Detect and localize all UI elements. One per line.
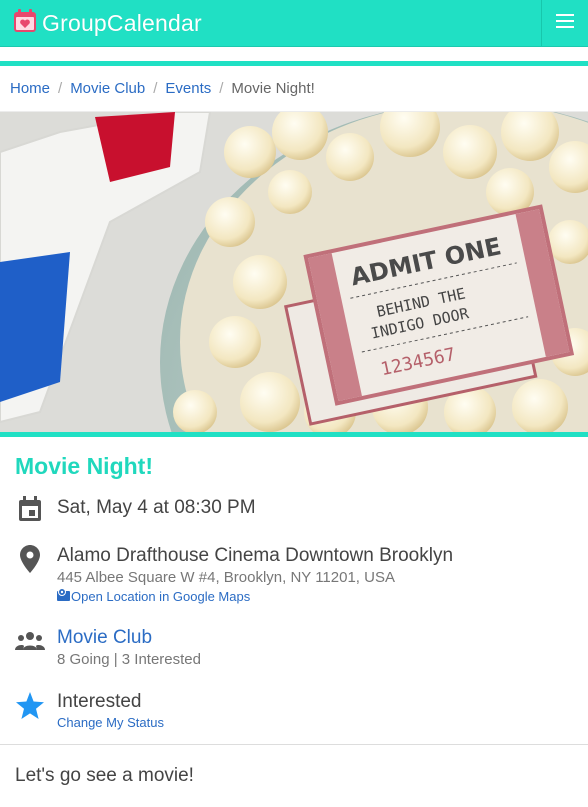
event-venue: Alamo Drafthouse Cinema Downtown Brookly…	[57, 545, 454, 566]
event-description: Let's go see a movie!	[15, 765, 194, 786]
star-icon	[15, 690, 45, 720]
breadcrumb-group[interactable]: Movie Club	[70, 80, 145, 97]
map-pin-icon	[15, 544, 45, 574]
breadcrumb: Home / Movie Club / Events / Movie Night…	[0, 66, 588, 112]
breadcrumb-home[interactable]: Home	[10, 80, 50, 97]
breadcrumb-events[interactable]: Events	[165, 80, 211, 97]
breadcrumb-separator: /	[58, 80, 63, 97]
people-icon	[15, 626, 45, 656]
calendar-icon	[15, 494, 45, 524]
open-google-maps-link[interactable]: Open Location in Google Maps	[57, 588, 453, 606]
map-marker-small-icon	[57, 588, 71, 606]
app-title: GroupCalendar	[42, 9, 202, 36]
breadcrumb-separator: /	[219, 80, 224, 97]
change-status-link[interactable]: Change My Status	[57, 714, 164, 732]
event-group-row: Movie Club 8 Going | 3 Interested	[15, 626, 573, 670]
breadcrumb-current: Movie Night!	[231, 80, 315, 97]
event-hero-image: 1234 ADMIT ONE BEHIND THE INDIGO DOOR 12…	[0, 112, 588, 437]
brand[interactable]: GroupCalendar	[12, 8, 202, 39]
navbar-accent-strip	[0, 47, 588, 66]
event-attendance: 8 Going | 3 Interested	[57, 651, 201, 668]
event-address: 445 Albee Square W #4, Brooklyn, NY 1120…	[57, 569, 395, 586]
rsvp-status: Interested	[57, 691, 142, 712]
event-date-row: Sat, May 4 at 08:30 PM	[15, 494, 573, 524]
menu-button[interactable]	[541, 0, 588, 46]
event-datetime: Sat, May 4 at 08:30 PM	[57, 497, 256, 518]
open-google-maps-label: Open Location in Google Maps	[71, 589, 251, 604]
event-title: Movie Night!	[15, 453, 153, 479]
event-location-row: Alamo Drafthouse Cinema Downtown Brookly…	[15, 544, 573, 606]
top-navbar: GroupCalendar	[0, 0, 588, 47]
breadcrumb-separator: /	[153, 80, 158, 97]
calendar-heart-icon	[12, 8, 38, 39]
event-group-link[interactable]: Movie Club	[57, 626, 201, 650]
event-details: Movie Night! Sat, May 4 at 08:30 PM Alam…	[0, 453, 588, 732]
event-status-row: Interested Change My Status	[15, 690, 573, 732]
hamburger-menu-icon	[556, 13, 574, 33]
